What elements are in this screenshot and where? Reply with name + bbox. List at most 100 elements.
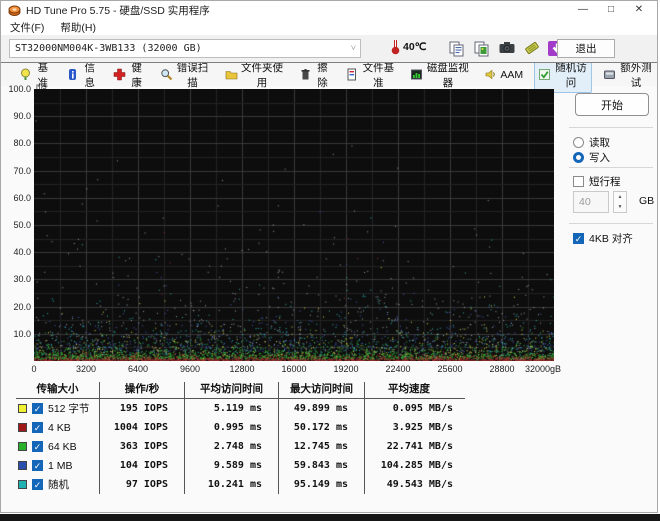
window-title: HD Tune Pro 5.75 - 硬盘/SSD 实用程序: [26, 4, 210, 17]
results-table-body: 512 字节 195 IOPS5.119 ms49.899 ms 0.095 MB/…: [16, 399, 465, 494]
info-icon: [66, 68, 79, 81]
app-window: HD Tune Pro 5.75 - 硬盘/SSD 实用程序 — □ ✕ 文件(…: [0, 0, 658, 513]
write-radio[interactable]: [573, 152, 584, 163]
transfer-size-cell: 1 MB: [16, 456, 100, 475]
max-access-cell: 59.843 ms: [279, 456, 365, 475]
results-table: 传输大小操作/秒平均访问时间最大访问时间平均速度 512 字节 195 IOPS 5…: [16, 382, 465, 494]
divider: [569, 167, 653, 168]
exit-button[interactable]: 退出: [557, 39, 615, 58]
transfer-size-label: 随机: [48, 479, 69, 491]
menubar: 文件(F) 帮助(H): [1, 19, 657, 35]
max-access-cell: 12.745 ms: [279, 437, 365, 456]
transfer-size-cell: 64 KB: [16, 437, 100, 456]
series-checkbox[interactable]: [32, 403, 43, 414]
short-stroke-label: 短行程: [589, 176, 621, 188]
disk-monitor-icon: [410, 68, 423, 81]
drive-combobox-value: ST32000NM004K-3WB133 (32000 GB): [15, 43, 202, 54]
table-row: 64 KB 363 IOPS2.748 ms12.745 ms 22.741 MB/…: [16, 437, 465, 456]
drive-combobox[interactable]: ST32000NM004K-3WB133 (32000 GB) ˅: [9, 39, 361, 58]
tabbar: 基准 信息 健康 错误扫描 文件夹使用 擦除 文件基准 磁盘监视器 AAM 随机访问 额外测试: [1, 56, 657, 93]
write-radio-label: 写入: [589, 152, 610, 164]
transfer-size-cell: 512 字节: [16, 399, 100, 418]
maximize-button[interactable]: □: [597, 2, 625, 18]
save-button[interactable]: [521, 38, 542, 58]
y-tick-label: 70.0: [13, 165, 31, 176]
transfer-size-label: 64 KB: [48, 440, 77, 453]
read-radio-row[interactable]: 读取: [573, 135, 610, 150]
y-tick-label: 10.0: [13, 328, 31, 339]
avg-access-cell: 0.995 ms: [185, 418, 279, 437]
series-color-swatch: [18, 461, 27, 470]
series-checkbox[interactable]: [32, 441, 43, 452]
align-4kb-row[interactable]: 4KB 对齐: [573, 231, 633, 246]
menu-file[interactable]: 文件(F): [10, 20, 44, 35]
max-access-cell: 49.899 ms: [279, 399, 365, 418]
close-button[interactable]: ✕: [625, 2, 653, 18]
x-tick-label: 12800: [229, 364, 255, 374]
series-checkbox[interactable]: [32, 479, 43, 490]
tab-label: AAM: [500, 68, 524, 81]
y-tick-label: 60.0: [13, 192, 31, 203]
transfer-size-label: 4 KB: [48, 421, 71, 434]
x-tick-label: 22400: [385, 364, 411, 374]
results-table-header: 传输大小 操作/秒 平均访问时间 最大访问时间 平均速度: [16, 382, 465, 399]
iops-cell: 195 IOPS: [100, 399, 185, 418]
copy-text-button[interactable]: [446, 38, 467, 58]
read-radio[interactable]: [573, 137, 584, 148]
read-radio-label: 读取: [589, 137, 610, 149]
x-tick-label: 19200: [333, 364, 359, 374]
avg-speed-cell: 22.741 MB/s: [386, 441, 453, 452]
screenshot-button[interactable]: [496, 38, 517, 58]
temperature-indicator: 40℃: [391, 38, 426, 55]
series-color-swatch: [18, 423, 27, 432]
iops-cell: 363 IOPS: [100, 437, 185, 456]
titlebar: HD Tune Pro 5.75 - 硬盘/SSD 实用程序 — □ ✕: [1, 1, 657, 19]
column-header: 最大访问时间: [279, 382, 365, 399]
start-button[interactable]: 开始: [575, 93, 649, 116]
table-row: 随机 97 IOPS10.241 ms95.149 ms 49.543 MB/s: [16, 475, 465, 494]
stepper-down-icon[interactable]: ▼: [614, 202, 626, 212]
x-tick-label: 3200: [75, 364, 97, 374]
series-color-swatch: [18, 480, 27, 489]
x-tick-label: 0: [31, 364, 37, 374]
transfer-size-cell: 4 KB: [16, 418, 100, 437]
test-options-panel: 开始 读取 写入 短行程 ▲ ▼ GB 4KB 对齐: [563, 85, 659, 385]
minimize-button[interactable]: —: [569, 2, 597, 18]
iops-cell: 97 IOPS: [100, 475, 185, 494]
max-access-cell: 50.172 ms: [279, 418, 365, 437]
y-tick-label: 100.0: [8, 84, 31, 94]
table-row: 1 MB 104 IOPS9.589 ms59.843 ms 104.285 MB/…: [16, 456, 465, 475]
copy-image-button[interactable]: [471, 38, 492, 58]
y-tick-label: 40.0: [13, 247, 31, 258]
capacity-unit-label: GB: [639, 195, 655, 207]
y-tick-label: 30.0: [13, 274, 31, 285]
align-4kb-checkbox[interactable]: [573, 233, 584, 244]
copy-text-icon: [448, 40, 466, 57]
x-tick-label: 32000gB: [524, 364, 561, 374]
aam-icon: [484, 68, 497, 81]
extra-tests-icon: [603, 68, 616, 81]
series-checkbox[interactable]: [32, 422, 43, 433]
app-icon: [8, 4, 21, 17]
column-header: 操作/秒: [100, 382, 185, 399]
transfer-size-label: 512 字节: [48, 403, 90, 415]
menu-help[interactable]: 帮助(H): [60, 20, 96, 35]
divider: [569, 223, 653, 224]
series-checkbox[interactable]: [32, 460, 43, 471]
x-tick-label: 16000: [281, 364, 307, 374]
y-tick-label: 80.0: [13, 138, 31, 149]
write-radio-row[interactable]: 写入: [573, 150, 610, 165]
error-scan-icon: [160, 68, 173, 81]
copy-image-icon: [473, 40, 491, 57]
tab-aam[interactable]: AAM: [480, 65, 527, 84]
short-stroke-checkbox[interactable]: [573, 176, 584, 187]
toolbar: ST32000NM004K-3WB133 (32000 GB) ˅ 40℃ 退出: [1, 35, 657, 63]
x-tick-label: 9600: [179, 364, 201, 374]
benchmark-icon: [19, 68, 32, 81]
capacity-input[interactable]: [573, 191, 609, 213]
camera-icon: [498, 40, 516, 56]
transfer-size-label: 1 MB: [48, 459, 73, 472]
short-stroke-row[interactable]: 短行程: [573, 174, 621, 189]
stepper-up-icon[interactable]: ▲: [614, 192, 626, 202]
transfer-size-cell: 随机: [16, 475, 100, 494]
